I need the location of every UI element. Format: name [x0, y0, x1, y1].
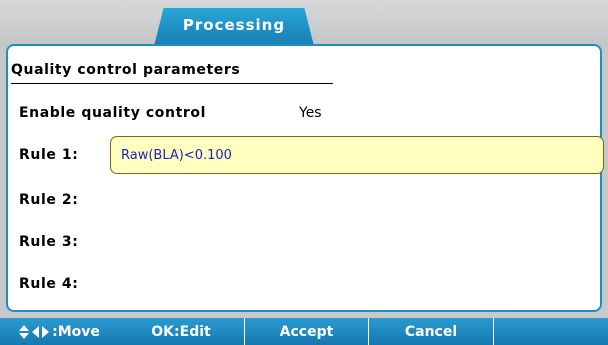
- section-title: Quality control parameters: [11, 62, 241, 78]
- enable-quality-control-value[interactable]: Yes: [299, 105, 322, 121]
- cancel-button[interactable]: Cancel: [369, 318, 493, 345]
- tab-processing[interactable]: Processing: [154, 8, 314, 46]
- rule-4-label: Rule 4:: [19, 276, 79, 292]
- softkey-bar: :Move OK:Edit Accept Cancel: [0, 318, 608, 345]
- rule-1-field[interactable]: Raw(BLA)<0.100: [110, 136, 604, 174]
- rule-3-label: Rule 3:: [19, 234, 79, 250]
- enable-quality-control-label: Enable quality control: [19, 105, 206, 121]
- section-underline: [11, 83, 333, 84]
- move-arrows-icon: [19, 324, 50, 339]
- tab-bar: Processing: [0, 0, 608, 46]
- move-label: :Move: [52, 323, 100, 340]
- rule-1-label: Rule 1:: [19, 147, 79, 163]
- edit-softkey[interactable]: OK:Edit: [118, 318, 244, 345]
- parameters-panel: Quality control parameters Enable qualit…: [6, 44, 604, 312]
- empty-softkey[interactable]: [494, 318, 608, 345]
- move-softkey[interactable]: :Move: [0, 318, 118, 345]
- rule-2-label: Rule 2:: [19, 192, 79, 208]
- accept-button[interactable]: Accept: [245, 318, 368, 345]
